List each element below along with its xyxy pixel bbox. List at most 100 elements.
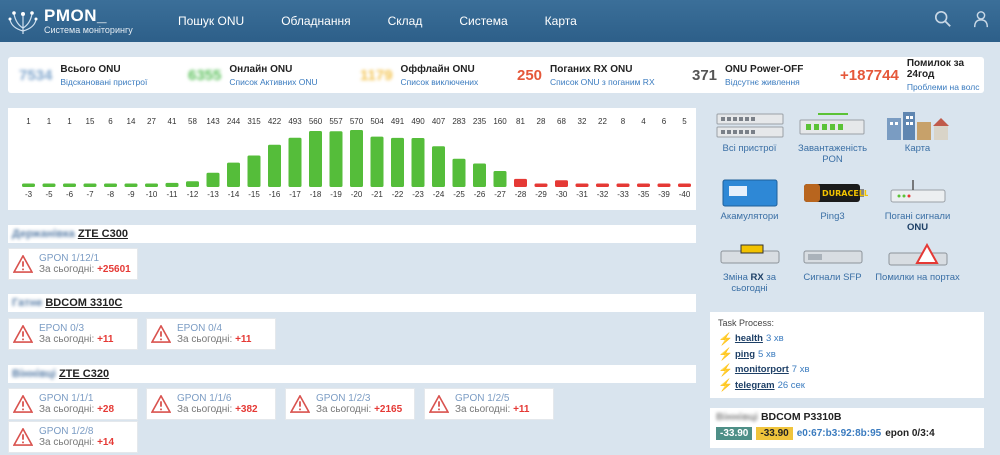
tile-batteries[interactable]: Акамулятори bbox=[707, 176, 792, 223]
port-alarm-card[interactable]: GPON 1/2/8 За сьогодні: +14 bbox=[8, 421, 138, 453]
histogram-bar[interactable] bbox=[42, 183, 56, 188]
port-alarm-card[interactable]: GPON 1/12/1 За сьогодні: +25601 bbox=[8, 248, 138, 280]
histogram-bar[interactable] bbox=[391, 137, 404, 187]
histogram-bar[interactable] bbox=[411, 138, 425, 187]
svg-text:DURACELL: DURACELL bbox=[822, 189, 868, 198]
nav-equipment[interactable]: Обладнання bbox=[281, 14, 350, 28]
histogram-bar[interactable] bbox=[329, 131, 343, 187]
histogram-bar[interactable] bbox=[657, 183, 671, 188]
histogram-bar[interactable] bbox=[514, 178, 527, 187]
tile-map[interactable]: Карта bbox=[875, 108, 960, 155]
olt-header[interactable]: Держанівка ZTE C300 bbox=[8, 225, 696, 243]
histogram-bar[interactable] bbox=[350, 130, 363, 187]
histogram-bar[interactable] bbox=[575, 183, 589, 188]
histogram-bar[interactable] bbox=[637, 183, 650, 188]
port-alarm-card[interactable]: GPON 1/2/5 За сьогодні: +11 bbox=[424, 388, 554, 420]
olt-onu-panel: Віннівці BDCOM P3310B -33.90 -33.90 e0:67… bbox=[710, 408, 984, 448]
histogram-bar[interactable] bbox=[268, 144, 281, 187]
stat-label: Онлайн ONU bbox=[229, 63, 293, 75]
stat-link[interactable]: Відсутнє живлення bbox=[725, 77, 803, 87]
histogram-bar[interactable] bbox=[83, 183, 97, 188]
histogram-bar[interactable] bbox=[124, 183, 138, 188]
tile-port-errors[interactable]: Помилки на портах bbox=[875, 243, 960, 284]
stat-offline-onu[interactable]: 1179 Оффлайн ONU Список виключених bbox=[360, 57, 478, 93]
bar-category-label: -32 bbox=[597, 190, 609, 199]
logo[interactable]: PMON_ Система моніторингу bbox=[8, 6, 178, 36]
stat-value: 250 bbox=[517, 66, 543, 84]
port-alarm-card[interactable]: EPON 0/3 За сьогодні: +11 bbox=[8, 318, 138, 350]
histogram-bar[interactable] bbox=[206, 172, 220, 187]
tile-all-devices[interactable]: Всі пристрої bbox=[707, 108, 792, 155]
stat-label: Всього ONU bbox=[60, 63, 121, 75]
histogram-bar[interactable] bbox=[104, 183, 117, 188]
histogram-bar[interactable] bbox=[22, 183, 35, 188]
tile-bad-onu-signals[interactable]: Погані сигнали ONU bbox=[875, 176, 960, 234]
search-icon[interactable] bbox=[934, 10, 952, 28]
stat-total-onu[interactable]: 7534 Всього ONU Відскановані пристрої bbox=[19, 57, 147, 93]
nav-warehouse[interactable]: Склад bbox=[388, 14, 423, 28]
task-name-link[interactable]: monitorport bbox=[735, 364, 789, 375]
histogram-bar[interactable] bbox=[473, 163, 486, 188]
histogram-bar[interactable] bbox=[63, 183, 76, 188]
task-name-link[interactable]: ping bbox=[735, 349, 755, 360]
stat-link[interactable]: Список ONU з поганим RX bbox=[550, 77, 655, 87]
bar-value-label: 570 bbox=[350, 117, 364, 126]
nav-system[interactable]: Система bbox=[459, 14, 507, 28]
stat-link[interactable]: Список виключених bbox=[401, 77, 479, 87]
tile-pon-load[interactable]: Завантаженість PON bbox=[790, 108, 875, 166]
nav-search-onu[interactable]: Пошук ONU bbox=[178, 14, 244, 28]
stat-link[interactable]: Відскановані пристрої bbox=[60, 77, 147, 87]
task-name-link[interactable]: telegram bbox=[735, 380, 775, 391]
port-alarm-card[interactable]: GPON 1/1/1 За сьогодні: +28 bbox=[8, 388, 138, 420]
olt-model-link[interactable]: BDCOM 3310C bbox=[45, 297, 122, 309]
nav-map[interactable]: Карта bbox=[545, 14, 577, 28]
olt-header[interactable]: Віннівці ZTE C320 bbox=[8, 365, 696, 383]
histogram-bar[interactable] bbox=[534, 183, 548, 188]
bar-value-label: 58 bbox=[188, 117, 197, 126]
onu-mac-link[interactable]: e0:67:b3:92:8b:95 bbox=[797, 428, 881, 439]
bar-category-label: -15 bbox=[248, 190, 260, 199]
olt-header[interactable]: Гатне BDCOM 3310C bbox=[8, 294, 696, 312]
histogram-bar[interactable] bbox=[596, 183, 609, 188]
stat-bad-rx[interactable]: 250 Поганих RX ONU Список ONU з поганим R… bbox=[517, 57, 655, 93]
ping-battery-icon: DURACELL bbox=[803, 184, 868, 202]
histogram-bar[interactable] bbox=[247, 155, 261, 188]
stat-errors-24h[interactable]: +187744 Помилок за 24год Проблеми на волс bbox=[840, 57, 984, 93]
histogram-bar[interactable] bbox=[678, 183, 691, 188]
histogram-bar[interactable] bbox=[309, 131, 322, 187]
sfp-module-icon bbox=[803, 250, 862, 264]
tile-sfp-signals[interactable]: Сигнали SFP bbox=[790, 243, 875, 284]
port-alarm-card[interactable]: GPON 1/2/3 За сьогодні: +2165 bbox=[285, 388, 415, 420]
stat-value: 1179 bbox=[360, 66, 393, 84]
olt-model-link[interactable]: ZTE C300 bbox=[78, 228, 128, 240]
bar-value-label: 41 bbox=[168, 117, 177, 126]
histogram-bar[interactable] bbox=[493, 171, 507, 187]
tile-rx-change[interactable]: Зміна RX за сьогодні bbox=[707, 243, 792, 295]
histogram-bar[interactable] bbox=[227, 162, 240, 187]
stat-link[interactable]: Список Активних ONU bbox=[229, 77, 317, 87]
app-title: PMON_ bbox=[44, 6, 107, 25]
task-name-link[interactable]: health bbox=[735, 333, 763, 344]
stat-online-onu[interactable]: 6355 Онлайн ONU Список Активних ONU bbox=[188, 57, 318, 93]
tile-ping3[interactable]: DURACELL Ping3 bbox=[790, 176, 875, 223]
histogram-bar[interactable] bbox=[432, 146, 445, 187]
histogram-bar[interactable] bbox=[370, 136, 384, 187]
user-icon[interactable] bbox=[972, 10, 990, 28]
histogram-bar[interactable] bbox=[555, 180, 568, 187]
port-alarm-card[interactable]: EPON 0/4 За сьогодні: +11 bbox=[146, 318, 276, 350]
warning-icon bbox=[429, 395, 449, 413]
histogram-bar[interactable] bbox=[452, 158, 466, 187]
histogram-bar[interactable] bbox=[145, 183, 158, 188]
olt-model-link[interactable]: ZTE C320 bbox=[59, 368, 109, 380]
warning-icon bbox=[290, 395, 310, 413]
histogram-bar[interactable] bbox=[165, 182, 179, 187]
bar-category-label: -5 bbox=[45, 190, 53, 199]
bar-value-label: 235 bbox=[473, 117, 487, 126]
histogram-bar[interactable] bbox=[616, 183, 630, 188]
sfp-warning-icon bbox=[720, 244, 779, 264]
stat-link[interactable]: Проблеми на волс bbox=[907, 82, 984, 92]
port-alarm-card[interactable]: GPON 1/1/6 За сьогодні: +382 bbox=[146, 388, 276, 420]
stat-power-off[interactable]: 371 ONU Power-OFF Відсутнє живлення bbox=[692, 57, 803, 93]
histogram-bar[interactable] bbox=[288, 137, 302, 187]
histogram-bar[interactable] bbox=[186, 181, 199, 187]
